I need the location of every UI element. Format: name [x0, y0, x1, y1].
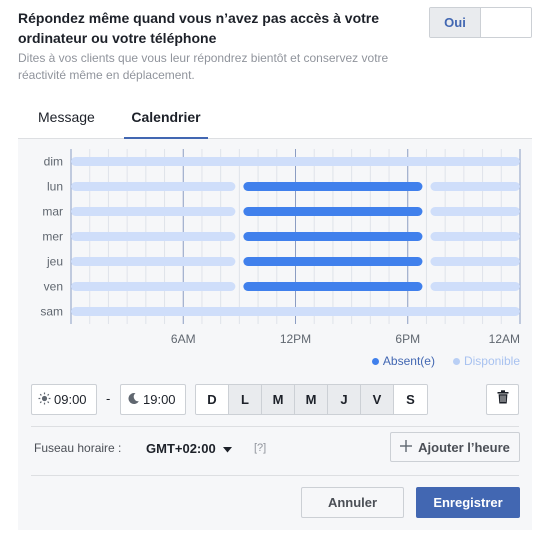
legend-available-label: Disponible — [463, 354, 520, 368]
chart-day-label: sam — [40, 305, 63, 319]
tab-calendar[interactable]: Calendrier — [124, 96, 208, 139]
weekday-button-friday[interactable]: V — [361, 385, 394, 414]
sun-icon — [38, 392, 51, 408]
tab-bar: Message Calendrier — [18, 96, 532, 139]
moon-icon — [127, 392, 140, 408]
legend-absent-dot — [371, 357, 379, 365]
trash-icon — [497, 390, 509, 409]
chart-tick-label: 6PM — [395, 332, 420, 346]
settings-description: Dites à vos clients que vous leur répond… — [18, 51, 389, 82]
add-hour-label: Ajouter l’heure — [418, 439, 510, 455]
chart-tick-label: 12PM — [280, 332, 311, 346]
start-time-value: 09:00 — [54, 392, 87, 407]
chart-legend: Absent(e) Disponible — [371, 354, 520, 368]
weekday-button-tuesday[interactable]: M — [262, 385, 295, 414]
start-time-field[interactable]: 09:00 — [31, 384, 97, 415]
chart-day-label: mar — [42, 205, 63, 219]
caret-down-icon — [222, 441, 232, 456]
footer-divider — [31, 475, 519, 476]
tab-message[interactable]: Message — [36, 96, 97, 139]
chart-available-bar — [71, 157, 520, 166]
end-time-field[interactable]: 19:00 — [120, 384, 186, 415]
time-range-separator: - — [106, 391, 111, 406]
chart-day-label: mer — [42, 230, 63, 244]
chart-available-bar — [430, 182, 520, 191]
chart-day-label: ven — [44, 280, 63, 294]
schedule-panel: Message Calendrier dim lun mar mer jeu ven sam… — [18, 96, 532, 530]
chart-day-label: dim — [44, 155, 63, 169]
weekday-button-sunday[interactable]: D — [196, 385, 229, 414]
timezone-value: GMT+02:00 — [146, 441, 216, 456]
timezone-label: Fuseau horaire : — [34, 441, 122, 455]
chart-available-bar — [71, 257, 236, 266]
schedule-chart-svg: dim lun mar mer jeu ven sam 6AM 12PM 6PM 12AM — [40, 149, 521, 346]
legend-available-dot — [452, 357, 460, 365]
chart-absent-bar — [243, 207, 423, 216]
legend-absent-label: Absent(e) — [382, 354, 435, 368]
chart-tick-label: 12AM — [489, 332, 520, 346]
end-time-value: 19:00 — [143, 392, 176, 407]
plus-icon — [400, 439, 413, 455]
chart-absent-bar — [243, 182, 423, 191]
chart-absent-bar — [243, 282, 423, 291]
delete-rule-button[interactable] — [486, 384, 519, 415]
weekday-button-monday[interactable]: L — [229, 385, 262, 414]
chart-available-bar — [71, 182, 236, 191]
cancel-button[interactable]: Annuler — [301, 487, 404, 518]
settings-title: Répondez même quand vous n’avez pas accè… — [18, 10, 380, 46]
weekday-button-saturday[interactable]: S — [394, 385, 427, 414]
away-toggle[interactable]: Oui — [429, 7, 532, 38]
chart-available-bar — [430, 257, 520, 266]
add-hour-button[interactable]: Ajouter l’heure — [390, 432, 520, 462]
weekday-button-wednesday[interactable]: M — [295, 385, 328, 414]
timezone-select[interactable]: GMT+02:00 — [136, 434, 241, 463]
weekday-selector: D L M M J V S — [195, 384, 428, 415]
chart-available-bar — [430, 282, 520, 291]
chart-available-bar — [71, 232, 236, 241]
schedule-chart: dim lun mar mer jeu ven sam 6AM 12PM 6PM 12AM — [18, 140, 532, 380]
chart-available-bar — [71, 207, 236, 216]
section-divider — [31, 426, 519, 427]
timezone-help-link[interactable]: [?] — [254, 442, 266, 454]
toggle-on-option[interactable]: Oui — [430, 8, 481, 37]
chart-available-bar — [71, 282, 236, 291]
save-button[interactable]: Enregistrer — [416, 487, 520, 518]
chart-available-bar — [430, 207, 520, 216]
weekday-button-thursday[interactable]: J — [328, 385, 361, 414]
chart-tick-label: 6AM — [171, 332, 196, 346]
chart-absent-bar — [243, 257, 423, 266]
chart-absent-bar — [243, 232, 423, 241]
chart-day-label: jeu — [46, 255, 63, 269]
chart-available-bar — [71, 307, 520, 316]
toggle-off-option[interactable] — [481, 8, 531, 37]
chart-day-label: lun — [47, 180, 63, 194]
chart-available-bar — [430, 232, 520, 241]
